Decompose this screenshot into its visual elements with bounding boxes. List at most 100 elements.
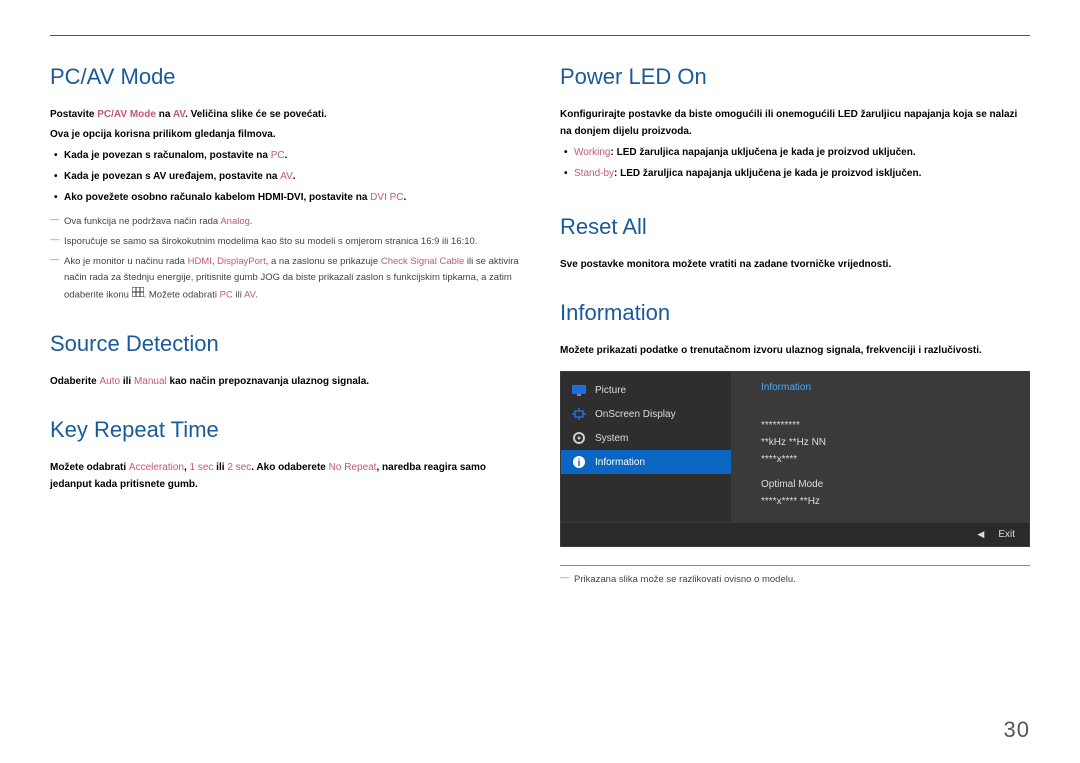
osd-menu: Picture OnScreen Display System i Inform… — [561, 372, 731, 522]
t: Ako povežete osobno računalo kabelom HDM… — [64, 192, 370, 203]
list-item: Ako je monitor u načinu rada HDMI, Displ… — [50, 254, 520, 303]
list-item: Stand-by: LED žaruljica napajanja uključ… — [560, 165, 1030, 182]
page-number: 30 — [1004, 717, 1030, 743]
osd-item-information[interactable]: i Information — [561, 450, 731, 474]
t: na — [156, 109, 173, 120]
t: 1 sec — [190, 462, 214, 473]
page-columns: PC/AV Mode Postavite PC/AV Mode na AV. V… — [50, 64, 1030, 592]
t: DVI PC — [370, 192, 403, 203]
list-item: Kada je povezan s AV uređajem, postavite… — [50, 168, 520, 185]
osd-item-system[interactable]: System — [561, 426, 731, 450]
key-repeat-body: Možete odabrati Acceleration, 1 sec ili … — [50, 459, 520, 493]
heading-information: Information — [560, 300, 1030, 326]
osd-line: Optimal Mode — [761, 476, 999, 493]
t: . — [293, 171, 296, 182]
osd-item-picture[interactable]: Picture — [561, 378, 731, 402]
left-column: PC/AV Mode Postavite PC/AV Mode na AV. V… — [50, 64, 520, 592]
osd-item-label: Picture — [595, 385, 626, 396]
t: Kada je povezan s AV uređajem, postavite… — [64, 171, 280, 182]
osd-footer: ◀ Exit — [561, 522, 1029, 546]
heading-pcav: PC/AV Mode — [50, 64, 520, 90]
t: , a na zaslonu se prikazuje — [266, 256, 381, 267]
osd-item-label: OnScreen Display — [595, 409, 676, 420]
t: Auto — [99, 376, 120, 387]
pcav-intro: Postavite PC/AV Mode na AV. Veličina sli… — [50, 106, 520, 123]
footnote-rule — [560, 565, 1030, 566]
osd-exit-label[interactable]: Exit — [998, 529, 1015, 540]
info-icon: i — [571, 456, 587, 468]
t: Ako je monitor u načinu rada — [64, 256, 188, 267]
t: PC — [220, 289, 233, 300]
t: PC — [271, 150, 285, 161]
osd-item-label: System — [595, 433, 628, 444]
list-item: Ako povežete osobno računalo kabelom HDM… — [50, 189, 520, 206]
t: DisplayPort — [217, 256, 266, 267]
t: Manual — [134, 376, 167, 387]
t: HDMI — [188, 256, 212, 267]
t: Acceleration — [129, 462, 184, 473]
t: No Repeat — [329, 462, 377, 473]
grid-icon — [132, 287, 144, 303]
heading-source-detection: Source Detection — [50, 331, 520, 357]
svg-text:i: i — [578, 458, 581, 469]
gear-icon — [571, 432, 587, 444]
t: Stand-by — [574, 168, 614, 179]
osd-item-onscreen[interactable]: OnScreen Display — [561, 402, 731, 426]
top-rule — [50, 35, 1030, 36]
t: Ova funkcija ne podržava način rada — [64, 216, 220, 227]
osd-screenshot: Picture OnScreen Display System i Inform… — [560, 371, 1030, 547]
t: AV — [244, 289, 255, 300]
t: . — [255, 289, 258, 300]
heading-key-repeat: Key Repeat Time — [50, 417, 520, 443]
t: : LED žaruljica napajanja uključena je k… — [614, 168, 921, 179]
information-body: Možete prikazati podatke o trenutačnom i… — [560, 342, 1030, 359]
t: AV — [173, 109, 185, 120]
t: PC/AV Mode — [97, 109, 156, 120]
osd-line: ********** — [761, 417, 999, 434]
power-led-body: Konfigurirajte postavke da biste omogući… — [560, 106, 1030, 140]
t: Možete odabrati — [50, 462, 129, 473]
pcav-note: Ova je opcija korisna prilikom gledanja … — [50, 126, 520, 143]
t: 2 sec — [227, 462, 251, 473]
onscreen-icon — [571, 408, 587, 420]
osd-panel: Information ********** **kHz **Hz NN ***… — [731, 372, 1029, 522]
t: ili — [213, 462, 227, 473]
information-footnotes: Prikazana slika može se razlikovati ovis… — [560, 572, 1030, 588]
t: Analog — [220, 216, 250, 227]
t: . Možete odabrati — [144, 289, 220, 300]
list-item: Working: LED žaruljica napajanja uključe… — [560, 144, 1030, 161]
t: . — [285, 150, 288, 161]
list-item: Kada je povezan s računalom, postavite n… — [50, 147, 520, 164]
left-arrow-icon[interactable]: ◀ — [977, 529, 984, 540]
t: . Veličina slike će se povećati. — [185, 109, 327, 120]
t: AV — [280, 171, 293, 182]
osd-panel-title: Information — [761, 382, 999, 393]
list-item: Isporučuje se samo sa širokokutnim model… — [50, 234, 520, 250]
pcav-bullets: Kada je povezan s računalom, postavite n… — [50, 147, 520, 206]
power-led-bullets: Working: LED žaruljica napajanja uključe… — [560, 144, 1030, 182]
t: : LED žaruljica napajanja uključena je k… — [611, 147, 916, 158]
osd-body: Picture OnScreen Display System i Inform… — [561, 372, 1029, 522]
t: . — [404, 192, 407, 203]
right-column: Power LED On Konfigurirajte postavke da … — [560, 64, 1030, 592]
monitor-icon — [571, 384, 587, 396]
reset-all-body: Sve postavke monitora možete vratiti na … — [560, 256, 1030, 273]
t: . — [250, 216, 253, 227]
t: Postavite — [50, 109, 97, 120]
osd-line: ****x**** **Hz — [761, 493, 999, 510]
list-item: Ova funkcija ne podržava način rada Anal… — [50, 214, 520, 230]
source-detection-body: Odaberite Auto ili Manual kao način prep… — [50, 373, 520, 390]
t: Working — [574, 147, 611, 158]
heading-reset-all: Reset All — [560, 214, 1030, 240]
t: Odaberite — [50, 376, 99, 387]
t: Check Signal Cable — [381, 256, 464, 267]
pcav-footnotes: Ova funkcija ne podržava način rada Anal… — [50, 214, 520, 303]
osd-line: **kHz **Hz NN — [761, 434, 999, 451]
heading-power-led: Power LED On — [560, 64, 1030, 90]
osd-line: ****x**** — [761, 451, 999, 468]
t: Kada je povezan s računalom, postavite n… — [64, 150, 271, 161]
osd-item-label: Information — [595, 457, 645, 468]
t: ili — [233, 289, 244, 300]
t: . Ako odaberete — [251, 462, 328, 473]
list-item: Prikazana slika može se razlikovati ovis… — [560, 572, 1030, 588]
